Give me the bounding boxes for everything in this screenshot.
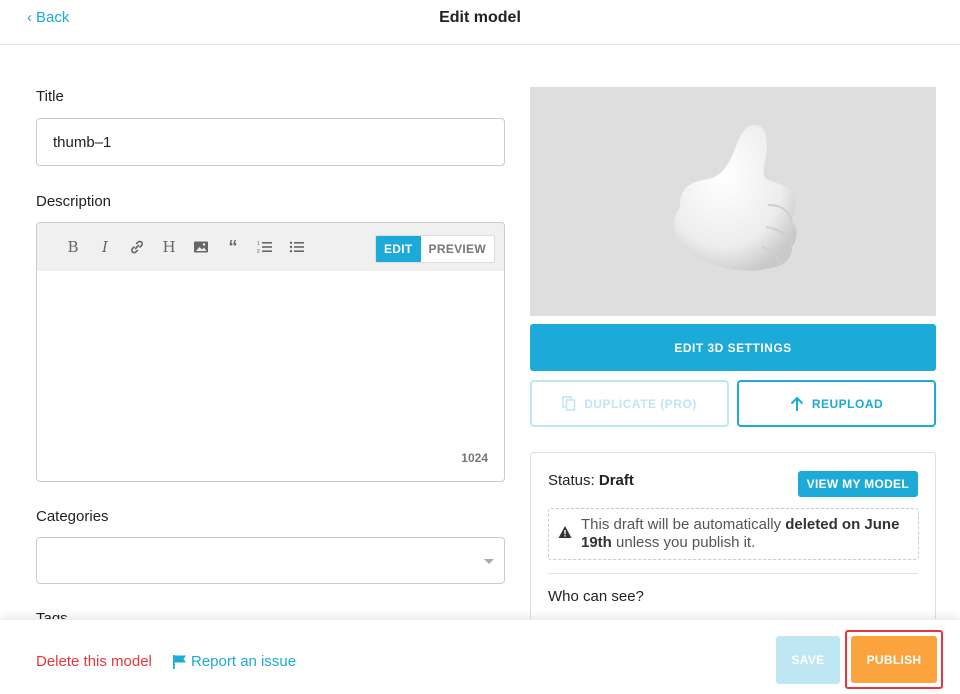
image-icon[interactable] xyxy=(185,223,217,271)
notice-prefix: This draft will be automatically xyxy=(581,516,786,533)
duplicate-label: DUPLICATE (PRO) xyxy=(584,396,697,411)
reupload-label: REUPLOAD xyxy=(811,396,884,411)
thumbs-up-model xyxy=(673,125,797,271)
reupload-button[interactable]: REUPLOAD xyxy=(737,380,936,427)
duplicate-button[interactable]: DUPLICATE (PRO) xyxy=(530,380,729,427)
status-label: Status: xyxy=(548,472,595,489)
bold-icon[interactable]: B xyxy=(57,223,89,271)
svg-text:2: 2 xyxy=(257,249,260,255)
tab-edit[interactable]: EDIT xyxy=(376,236,421,262)
who-can-see-label: Who can see? xyxy=(548,588,644,605)
delete-model-link[interactable]: Delete this model xyxy=(36,653,152,670)
divider xyxy=(548,573,918,574)
publish-highlight: PUBLISH xyxy=(845,630,943,689)
bullet-list-icon[interactable] xyxy=(281,223,313,271)
heading-icon[interactable]: H xyxy=(153,223,185,271)
link-icon[interactable] xyxy=(121,223,153,271)
tab-preview[interactable]: PREVIEW xyxy=(420,236,494,262)
svg-text:1: 1 xyxy=(257,241,260,247)
quote-icon[interactable]: “ xyxy=(217,223,249,271)
edit-3d-settings-button[interactable]: EDIT 3D SETTINGS xyxy=(530,324,936,371)
publish-button[interactable]: PUBLISH xyxy=(851,636,937,683)
char-count: 1024 xyxy=(461,451,488,465)
description-editor: B I H “ 12 EDIT PREVIEW 1024 xyxy=(36,222,505,482)
save-button[interactable]: SAVE xyxy=(776,636,840,684)
ordered-list-icon[interactable]: 12 xyxy=(249,223,281,271)
title-label: Title xyxy=(36,88,64,105)
title-input[interactable] xyxy=(36,118,505,166)
editor-tab-group: EDIT PREVIEW xyxy=(375,235,495,263)
status-line: Status: Draft xyxy=(548,472,634,489)
flag-icon xyxy=(173,654,186,669)
description-label: Description xyxy=(36,193,112,210)
notice-suffix: unless you publish it. xyxy=(611,534,756,551)
draft-notice: This draft will be automatically deleted… xyxy=(548,508,919,560)
warning-icon xyxy=(558,526,572,538)
report-issue-link[interactable]: Report an issue xyxy=(172,653,296,670)
footer-bar: Delete this model Report an issue SAVE P… xyxy=(0,619,960,694)
model-preview[interactable] xyxy=(530,87,936,316)
report-label: Report an issue xyxy=(191,653,297,670)
page-title: Edit model xyxy=(439,9,521,26)
categories-select[interactable] xyxy=(36,537,505,584)
copy-icon xyxy=(562,396,576,411)
editor-toolbar: B I H “ 12 EDIT PREVIEW xyxy=(37,223,504,271)
status-value: Draft xyxy=(598,472,634,489)
caret-down-icon xyxy=(484,559,494,564)
view-my-model-button[interactable]: VIEW MY MODEL xyxy=(797,471,918,497)
italic-icon[interactable]: I xyxy=(89,223,121,271)
categories-label: Categories xyxy=(36,508,109,525)
status-card: Status: Draft VIEW MY MODEL This draft w… xyxy=(530,452,936,632)
arrow-up-icon xyxy=(790,396,804,411)
top-bar: ‹ Back Edit model xyxy=(0,0,960,45)
